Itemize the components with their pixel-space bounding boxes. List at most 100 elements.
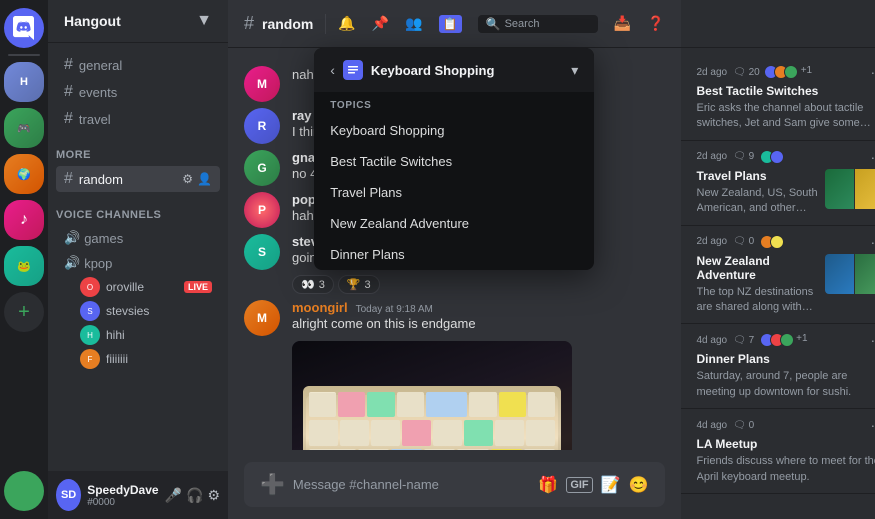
key-colored <box>338 392 365 418</box>
search-placeholder: Search <box>505 18 540 30</box>
help-icon[interactable]: ❓ <box>647 15 664 33</box>
topic-dropdown-title: Keyboard Shopping <box>371 63 495 78</box>
voice-label: VOICE CHANNELS <box>56 209 161 221</box>
voice-user-hihi-name: hihi <box>106 328 125 342</box>
chat-input-field[interactable]: Message #channel-name <box>293 477 530 492</box>
thread-more-button-3[interactable]: ··· <box>871 332 875 348</box>
thread-item-1[interactable]: 2d ago 🗨 9 ··· Travel Plans New Zealand,… <box>681 141 875 226</box>
search-bar[interactable]: 🔍 Search <box>478 15 598 33</box>
hash-icon: # <box>64 56 73 74</box>
key <box>309 449 356 450</box>
channel-item-general[interactable]: # general <box>56 52 220 78</box>
message-time-moongirl: Today at 9:18 AM <box>356 304 433 315</box>
headphone-button[interactable]: 🎧 <box>186 487 203 504</box>
voice-channel-games-name[interactable]: 🔊 games <box>56 226 220 250</box>
thread-preview-3: Saturday, around 7, people are meeting u… <box>697 369 875 400</box>
thread-preview-1: New Zealand, US, South American, and oth… <box>697 186 821 217</box>
sticker-icon[interactable]: 📝 <box>601 475 621 495</box>
topic-item-4[interactable]: Dinner Plans <box>314 239 594 270</box>
key <box>495 420 524 446</box>
thread-ago-3: 4d ago <box>697 335 728 346</box>
thread-item-3[interactable]: 4d ago 🗨 7 +1 ··· Dinner Plans Saturday,… <box>681 324 875 409</box>
channel-name-events: events <box>79 85 117 100</box>
thread-more-button-2[interactable]: ··· <box>871 234 875 250</box>
thread-avatar-mini <box>784 65 798 79</box>
mic-button[interactable]: 🎤 <box>165 487 182 504</box>
threads-icon[interactable]: 📋 <box>439 15 462 33</box>
speaker-icon-kpop: 🔊 <box>64 255 80 271</box>
topic-chevron-right-icon[interactable]: ▾ <box>571 62 578 79</box>
voice-channel-kpop-name[interactable]: 🔊 kpop <box>56 251 220 275</box>
thread-item-2[interactable]: 2d ago 🗨 0 ··· New Zealand Adventure The… <box>681 226 875 325</box>
voice-user-hihi[interactable]: H hihi <box>56 323 220 347</box>
emoji-button[interactable]: 😊 <box>629 475 649 495</box>
settings-button[interactable]: ⚙ <box>207 487 220 504</box>
thread-avatar-mini <box>780 333 794 347</box>
server-icon-1[interactable]: H <box>4 62 44 102</box>
gif-button[interactable]: GIF <box>566 477 592 493</box>
user-info: SpeedyDave #0000 <box>87 483 158 508</box>
avatar: H <box>80 325 100 345</box>
key <box>528 392 555 418</box>
reaction-emoji-trophy: 🏆 <box>347 278 361 291</box>
avatar: S <box>244 234 280 270</box>
voice-channel-kpop: 🔊 kpop O oroville LIVE S stevsies H hihi… <box>56 251 220 371</box>
channel-item-travel[interactable]: # travel <box>56 106 220 132</box>
more-category[interactable]: MORE <box>48 133 228 165</box>
key <box>524 449 555 450</box>
channel-users-icon[interactable]: 👤 <box>197 172 212 186</box>
thread-more-button-0[interactable]: ··· <box>871 64 875 80</box>
discord-home-button[interactable] <box>4 8 44 48</box>
channel-name-random: random <box>79 172 123 187</box>
voice-user-oroville[interactable]: O oroville LIVE <box>56 275 220 299</box>
thread-title-1: Travel Plans <box>697 169 821 183</box>
channel-item-random[interactable]: # random ⚙ 👤 <box>56 166 220 192</box>
topic-item-text-3: New Zealand Adventure <box>330 216 469 231</box>
thread-item-0[interactable]: 2d ago 🗨 20 +1 ··· Best Tactile Switches… <box>681 56 875 141</box>
thread-more-button-1[interactable]: ··· <box>871 149 875 165</box>
channel-item-events[interactable]: # events <box>56 79 220 105</box>
inbox-icon[interactable]: 📥 <box>614 15 631 33</box>
server-icon-2[interactable]: 🎮 <box>4 108 44 148</box>
thread-list: 2d ago 🗨 20 +1 ··· Best Tactile Switches… <box>681 48 875 519</box>
server-icon-4[interactable]: ♪ <box>4 200 44 240</box>
server-header[interactable]: Hangout ▼ <box>48 0 228 43</box>
topic-header-left: ‹ Keyboard Shopping <box>330 60 494 80</box>
channel-actions: ⚙ 👤 <box>182 172 212 186</box>
voice-user-stevsies[interactable]: S stevsies <box>56 299 220 323</box>
topic-item-2[interactable]: Travel Plans <box>314 177 594 208</box>
add-attachment-button[interactable]: ➕ <box>260 472 285 497</box>
key-colored-3 <box>426 392 467 418</box>
voice-user-fiiiiiii[interactable]: F fiiiiiii <box>56 347 220 371</box>
server-sidebar: H 🎮 🌍 ♪ 🐸 + <box>0 0 48 519</box>
thread-ago-1: 2d ago <box>697 151 728 162</box>
topic-chevron-left-icon[interactable]: ‹ <box>330 62 335 78</box>
gift-icon[interactable]: 🎁 <box>538 475 558 495</box>
thread-extra-count-3: +1 <box>796 333 807 347</box>
thread-more-button-4[interactable]: ··· <box>871 417 875 433</box>
more-label: MORE <box>56 149 91 161</box>
reaction-count-trophy: 3 <box>365 279 371 291</box>
thread-avatars-3: +1 <box>760 333 807 347</box>
channel-settings-icon[interactable]: ⚙ <box>182 172 193 186</box>
avatar: O <box>80 277 100 297</box>
server-icon-3[interactable]: 🌍 <box>4 154 44 194</box>
pin-icon[interactable]: 📌 <box>372 15 389 33</box>
reaction-trophy[interactable]: 🏆 3 <box>338 275 380 294</box>
key <box>309 392 336 418</box>
thread-images-2 <box>825 254 875 294</box>
thread-text-2: New Zealand Adventure The top NZ destina… <box>697 254 821 316</box>
reaction-eyes[interactable]: 👀 3 <box>292 275 334 294</box>
topic-item-1[interactable]: Best Tactile Switches <box>314 146 594 177</box>
channels-list: # general # events # travel MORE # rando… <box>48 43 228 471</box>
topic-item-3[interactable]: New Zealand Adventure <box>314 208 594 239</box>
topic-item-0[interactable]: Keyboard Shopping <box>314 115 594 146</box>
members-icon[interactable]: 👥 <box>405 15 422 33</box>
keyboard-image <box>292 341 572 450</box>
bell-icon[interactable]: 🔔 <box>338 15 355 33</box>
add-server-button[interactable]: + <box>4 292 44 332</box>
thread-item-4[interactable]: 4d ago 🗨 0 ··· LA Meetup Friends discuss… <box>681 409 875 494</box>
server-icon-5[interactable]: 🐸 <box>4 246 44 286</box>
message-count-0: 🗨 20 <box>733 67 760 78</box>
hash-icon: # <box>64 110 73 128</box>
